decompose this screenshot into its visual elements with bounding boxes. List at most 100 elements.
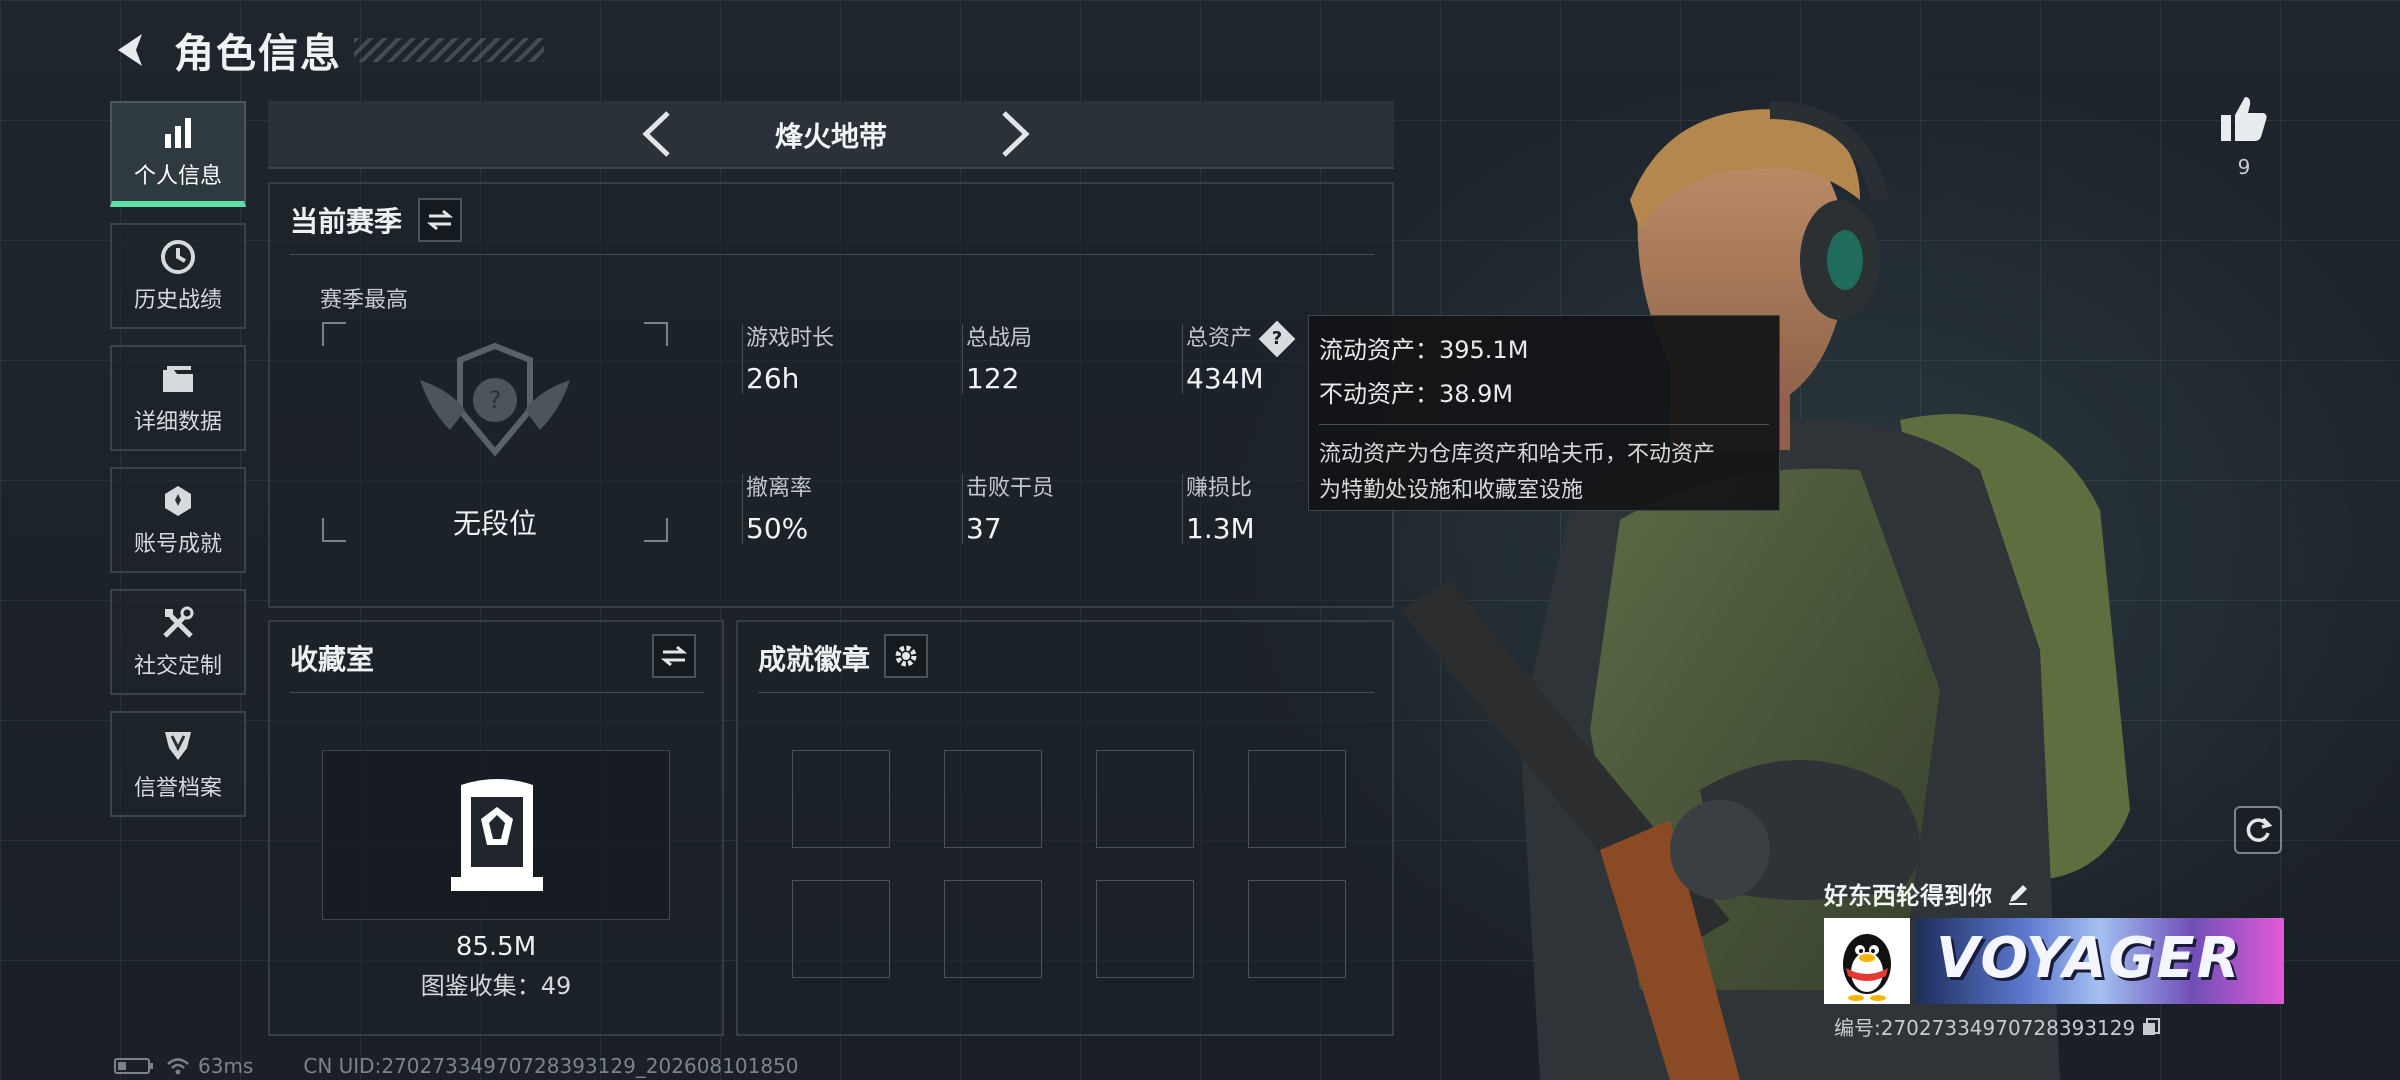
achievement-icon bbox=[165, 486, 191, 516]
collection-showcase bbox=[322, 750, 670, 920]
stat-label: 击败干员 bbox=[966, 476, 1055, 501]
stat-divider bbox=[742, 474, 743, 544]
stat-label: 撤离率 bbox=[746, 476, 813, 501]
player-banner[interactable]: VOYAGER bbox=[1916, 918, 2284, 1004]
sidebar-item-label: 个人信息 bbox=[133, 164, 222, 189]
rank-name: 无段位 bbox=[452, 507, 537, 540]
badge-slot[interactable] bbox=[944, 750, 1042, 848]
stat-divider bbox=[962, 474, 963, 544]
header-decoration bbox=[354, 38, 544, 62]
collection-panel[interactable]: 收藏室 85.5M 图鉴收集：49 bbox=[268, 620, 724, 1036]
tooltip-liquid-assets: 流动资产：395.1M bbox=[1319, 336, 1529, 364]
tooltip-fixed-assets: 不动资产：38.9M bbox=[1319, 380, 1514, 408]
collection-switch-button[interactable] bbox=[652, 634, 696, 678]
stat-value: 26h bbox=[746, 362, 800, 395]
player-uid: 编号:27027334970728393129 bbox=[1834, 1016, 2136, 1040]
stat-label: 总战局 bbox=[966, 326, 1033, 351]
sidebar-item-reputation[interactable]: 信誉档案 bbox=[110, 711, 246, 817]
sidebar-item-label: 账号成就 bbox=[133, 532, 222, 557]
cn-uid: CN UID:27027334970728393129_202608101850 bbox=[303, 1054, 799, 1078]
help-glyph: ? bbox=[1271, 328, 1283, 349]
current-season-panel: 当前赛季 赛季最高 ? 无段位 游戏时长 26h 总战局 122 总资产? 43… bbox=[268, 182, 1394, 608]
stat-divider bbox=[962, 324, 963, 394]
badge-slot[interactable] bbox=[1248, 880, 1346, 978]
reputation-icon bbox=[165, 732, 191, 760]
thumbs-up-icon bbox=[2221, 97, 2267, 141]
rank-emblem-icon: ? bbox=[420, 342, 570, 457]
qq-penguin-icon bbox=[1843, 934, 1891, 1001]
stat-divider bbox=[742, 324, 743, 394]
bar-chart-icon bbox=[165, 118, 191, 148]
sidebar-item-social-custom[interactable]: 社交定制 bbox=[110, 589, 246, 695]
sidebar-item-history[interactable]: 历史战绩 bbox=[110, 223, 246, 329]
page-title: 角色信息 bbox=[174, 31, 342, 77]
like-count: 9 bbox=[2237, 155, 2251, 179]
stat-label: 游戏时长 bbox=[746, 326, 835, 351]
achievement-badges-panel: 成就徽章 bbox=[736, 620, 1394, 1036]
mode-next-button[interactable] bbox=[990, 109, 1040, 159]
back-button[interactable] bbox=[110, 28, 154, 72]
wifi-icon bbox=[167, 1058, 189, 1075]
mode-selector: 烽火地带 bbox=[268, 101, 1394, 169]
stat-value: 37 bbox=[966, 512, 1002, 545]
player-namecard: 好东西轮得到你 VOYAGER 编号:27027334970728393129 bbox=[1824, 876, 2284, 1040]
stat-value: 50% bbox=[746, 512, 809, 545]
stat-label: 总资产 bbox=[1186, 326, 1253, 351]
copy-icon[interactable] bbox=[2141, 1017, 2161, 1037]
collection-value: 85.5M bbox=[455, 932, 537, 962]
like-button[interactable]: 9 bbox=[2216, 95, 2272, 179]
edit-pencil-icon[interactable] bbox=[2006, 882, 2030, 906]
battery-icon bbox=[114, 1058, 153, 1074]
swap-icon bbox=[661, 645, 687, 667]
sidebar-item-label: 详细数据 bbox=[133, 410, 222, 435]
sidebar-item-detailed-data[interactable]: 详细数据 bbox=[110, 345, 246, 451]
divider bbox=[290, 692, 704, 693]
sidebar-item-label: 历史战绩 bbox=[133, 288, 222, 313]
folder-icon bbox=[163, 366, 193, 392]
banner-text: VOYAGER bbox=[1936, 926, 2242, 991]
collection-count: 图鉴收集：49 bbox=[420, 972, 572, 1000]
mode-name: 烽火地带 bbox=[774, 120, 887, 153]
tooltip-divider bbox=[1319, 424, 1769, 425]
divider bbox=[290, 254, 1374, 255]
back-arrow-icon bbox=[118, 34, 142, 66]
badge-slot[interactable] bbox=[944, 880, 1042, 978]
sidebar-item-achievements[interactable]: 账号成就 bbox=[110, 467, 246, 573]
page-header: 角色信息 bbox=[110, 22, 544, 78]
display-case-icon bbox=[451, 779, 543, 891]
qq-avatar[interactable] bbox=[1824, 918, 1910, 1004]
sidebar: 个人信息 历史战绩 详细数据 账号成就 社交定制 信誉档案 bbox=[110, 101, 250, 833]
chevron-right-icon bbox=[1002, 111, 1030, 157]
stat-label: 赚损比 bbox=[1186, 476, 1253, 501]
badge-slot[interactable] bbox=[792, 750, 890, 848]
help-icon[interactable]: ? bbox=[1258, 320, 1296, 358]
badge-slot[interactable] bbox=[792, 880, 890, 978]
sidebar-item-label: 社交定制 bbox=[133, 654, 222, 679]
player-uid-row: 编号:27027334970728393129 bbox=[1834, 1012, 2161, 1041]
sidebar-item-label: 信誉档案 bbox=[133, 776, 222, 801]
badges-settings-button[interactable] bbox=[884, 634, 928, 678]
refresh-button[interactable] bbox=[2234, 806, 2282, 854]
svg-text:?: ? bbox=[489, 386, 502, 414]
stat-value: 1.3M bbox=[1186, 512, 1255, 545]
divider bbox=[758, 692, 1374, 693]
badge-slot[interactable] bbox=[1096, 750, 1194, 848]
stat-value: 434M bbox=[1186, 362, 1264, 395]
tools-icon bbox=[163, 606, 194, 638]
stat-playtime: 游戏时长 26h bbox=[746, 320, 834, 395]
stat-total-assets: 总资产? 434M bbox=[1186, 320, 1296, 395]
badges-title: 成就徽章 bbox=[758, 643, 871, 676]
history-clock-icon bbox=[161, 240, 195, 274]
season-best-label: 赛季最高 bbox=[320, 288, 409, 313]
badge-slot[interactable] bbox=[1096, 880, 1194, 978]
season-title: 当前赛季 bbox=[290, 205, 403, 238]
stat-value: 122 bbox=[966, 362, 1020, 395]
badge-slot[interactable] bbox=[1248, 750, 1346, 848]
ping-value: 63ms bbox=[198, 1054, 254, 1078]
stat-total-matches: 总战局 122 bbox=[966, 320, 1032, 395]
season-switch-button[interactable] bbox=[418, 198, 462, 242]
stat-extraction-rate: 撤离率 50% bbox=[746, 470, 812, 545]
stat-divider bbox=[1182, 474, 1183, 544]
tooltip-description-line1: 流动资产为仓库资产和哈夫币，不动资产 bbox=[1319, 442, 1716, 467]
sidebar-item-personal-info[interactable]: 个人信息 bbox=[110, 101, 246, 207]
